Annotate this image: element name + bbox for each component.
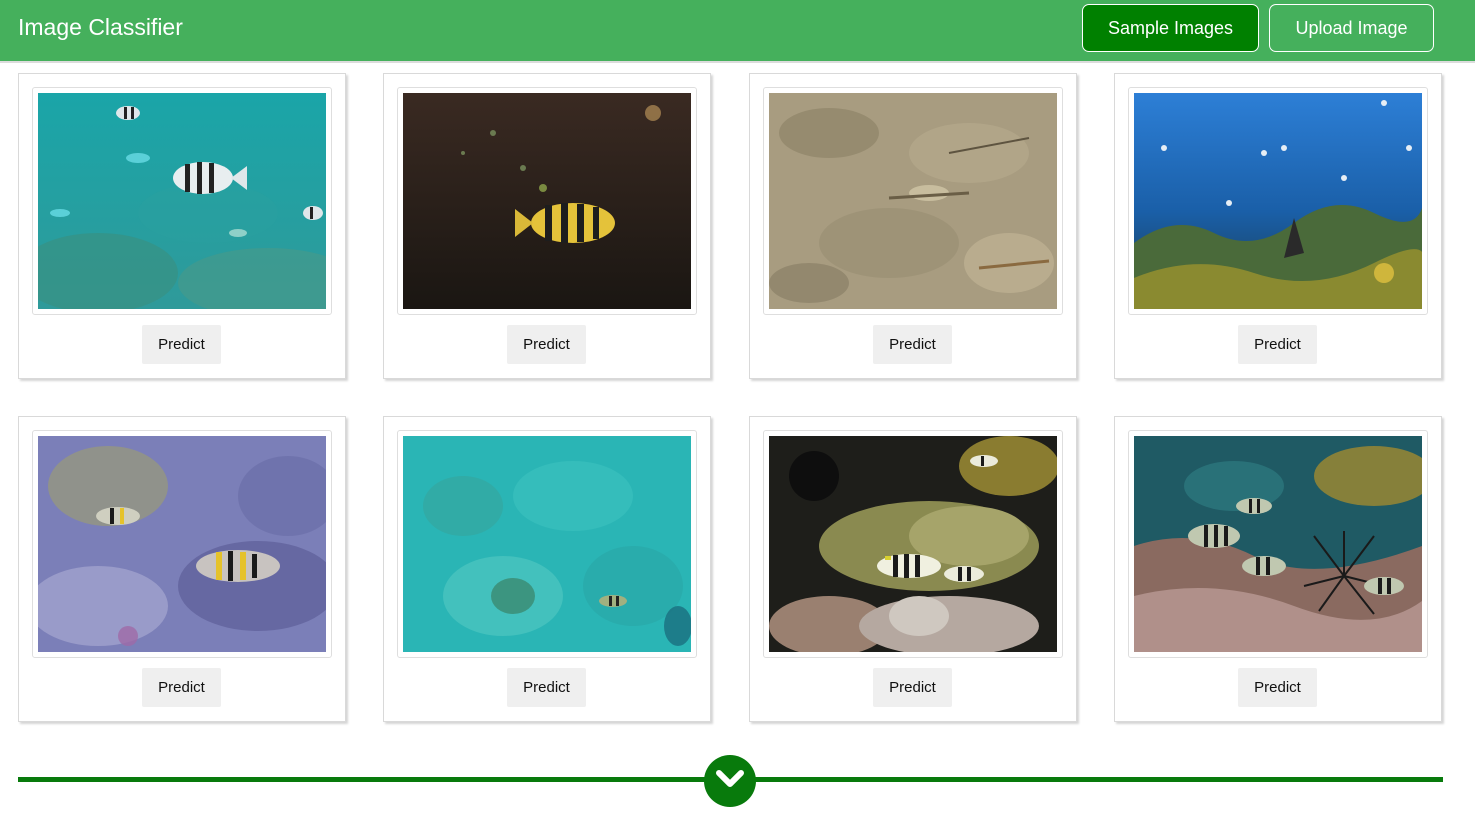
predict-button[interactable]: Predict	[873, 668, 952, 707]
top-bar: Image Classifier Sample Images Upload Im…	[0, 0, 1475, 63]
predict-button[interactable]: Predict	[873, 325, 952, 364]
sample-image[interactable]	[1134, 93, 1422, 309]
image-card: Predict	[18, 73, 346, 379]
sample-image[interactable]	[1134, 436, 1422, 652]
image-card: Predict	[749, 73, 1077, 379]
upload-image-button[interactable]: Upload Image	[1269, 4, 1434, 52]
image-card: Predict	[1114, 73, 1442, 379]
image-frame	[763, 430, 1063, 658]
scroll-down-button[interactable]	[704, 755, 756, 807]
image-frame	[397, 430, 697, 658]
image-frame	[32, 430, 332, 658]
sample-image[interactable]	[403, 436, 691, 652]
image-frame	[1128, 87, 1428, 315]
image-frame	[397, 87, 697, 315]
predict-button[interactable]: Predict	[142, 325, 221, 364]
image-frame	[1128, 430, 1428, 658]
predict-button[interactable]: Predict	[507, 668, 586, 707]
image-card: Predict	[749, 416, 1077, 722]
image-card: Predict	[383, 416, 711, 722]
predict-button[interactable]: Predict	[1238, 325, 1317, 364]
image-card: Predict	[18, 416, 346, 722]
sample-image[interactable]	[769, 436, 1057, 652]
chevron-down-icon	[715, 768, 745, 795]
predict-button[interactable]: Predict	[507, 325, 586, 364]
predict-button[interactable]: Predict	[1238, 668, 1317, 707]
sample-images-button[interactable]: Sample Images	[1082, 4, 1259, 52]
sample-image[interactable]	[769, 93, 1057, 309]
app-title: Image Classifier	[18, 14, 183, 40]
sample-image[interactable]	[403, 93, 691, 309]
predict-button[interactable]: Predict	[142, 668, 221, 707]
image-frame	[32, 87, 332, 315]
image-frame	[763, 87, 1063, 315]
sample-image[interactable]	[38, 436, 326, 652]
image-card: Predict	[383, 73, 711, 379]
sample-image[interactable]	[38, 93, 326, 309]
image-card: Predict	[1114, 416, 1442, 722]
